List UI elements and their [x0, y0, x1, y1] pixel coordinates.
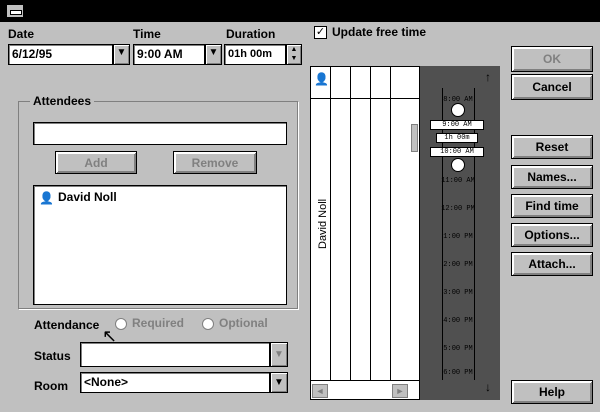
room-field[interactable]: <None>	[80, 372, 270, 393]
room-label: Room	[34, 379, 68, 393]
optional-radio[interactable]	[202, 318, 214, 330]
time-tick: 3:00 PM	[443, 289, 473, 297]
grid-column-line	[390, 66, 391, 380]
time-label: Time	[133, 27, 161, 41]
attendee-input[interactable]	[33, 122, 287, 145]
grid-column-line	[370, 66, 371, 380]
required-label: Required	[132, 316, 185, 330]
attach-button[interactable]: Attach...	[511, 252, 593, 276]
end-clock-icon[interactable]	[451, 158, 465, 172]
window-title: Schedule Meeting	[240, 3, 360, 19]
start-time-marker: 9:00 AM	[430, 120, 484, 130]
end-time-marker: 10:00 AM	[430, 147, 484, 157]
grid-column-line	[350, 66, 351, 380]
date-label: Date	[8, 27, 35, 41]
cancel-button[interactable]: Cancel	[511, 74, 593, 100]
names-button[interactable]: Names...	[511, 165, 593, 189]
time-field[interactable]: 9:00 AM	[133, 44, 205, 65]
attendance-label: Attendance	[34, 318, 100, 332]
status-field[interactable]	[80, 342, 270, 367]
ok-button[interactable]: OK	[511, 46, 593, 72]
room-dropdown-button[interactable]: ▼	[270, 372, 288, 393]
update-free-time-checkbox[interactable]: ✓	[314, 26, 327, 39]
options-button[interactable]: Options...	[511, 223, 593, 247]
duration-label: Duration	[226, 27, 276, 41]
date-field[interactable]: 6/12/95	[8, 44, 113, 65]
scroll-up-arrow-icon[interactable]: ↑	[485, 70, 491, 84]
help-button[interactable]: Help	[511, 380, 593, 404]
status-dropdown-button[interactable]: ▼	[270, 342, 288, 367]
scroll-down-arrow-icon[interactable]: ↓	[485, 380, 491, 394]
start-clock-icon[interactable]	[451, 103, 465, 117]
person-icon: 👤	[39, 191, 54, 205]
status-label: Status	[34, 349, 71, 363]
time-tick: 6:00 PM	[443, 369, 473, 377]
scroll-right-button[interactable]: ►	[392, 384, 408, 398]
find-time-button[interactable]: Find time	[511, 194, 593, 218]
duration-marker: 1h 00m	[436, 133, 478, 143]
time-tick: 5:00 PM	[443, 345, 473, 353]
person-header-icon: 👤	[314, 72, 329, 86]
optional-label: Optional	[219, 316, 268, 330]
scroll-left-button[interactable]: ◄	[312, 384, 328, 398]
schedule-person-name: David Noll	[317, 198, 329, 249]
time-dropdown-button[interactable]: ▼	[205, 44, 222, 65]
add-button[interactable]: Add	[55, 151, 137, 174]
time-tick: 4:00 PM	[443, 317, 473, 325]
attendee-list-item[interactable]: David Noll	[58, 190, 117, 204]
time-tick: 1:00 PM	[443, 233, 473, 241]
reset-button[interactable]: Reset	[511, 135, 593, 159]
time-tick: 11:00 AM	[441, 177, 475, 185]
duration-spinner[interactable]: ▲ ▼	[286, 44, 302, 65]
date-dropdown-button[interactable]: ▼	[113, 44, 130, 65]
duration-field[interactable]: 01h 00m	[224, 44, 286, 65]
time-tick: 2:00 PM	[443, 261, 473, 269]
time-tick: 12:00 PM	[441, 205, 475, 213]
horizontal-scrollbar-divider	[310, 380, 420, 381]
remove-button[interactable]: Remove	[173, 151, 257, 174]
grid-header-divider	[310, 98, 420, 99]
update-free-time-label: Update free time	[332, 25, 427, 39]
vertical-scroll-thumb[interactable]	[411, 124, 418, 152]
attendees-group-label: Attendees	[30, 94, 95, 108]
